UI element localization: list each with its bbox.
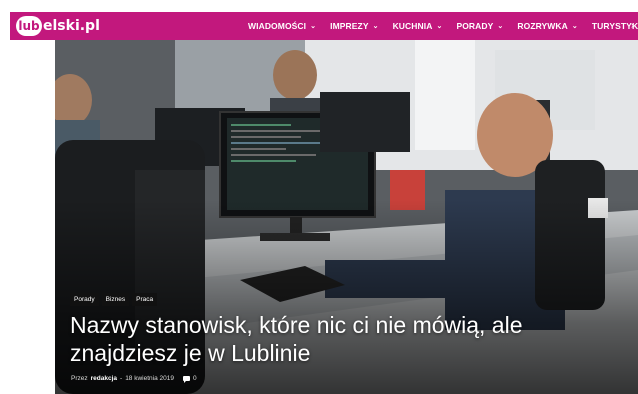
logo-badge: lub (16, 16, 42, 36)
site-logo[interactable]: lub elski.pl (16, 12, 100, 40)
comments-link[interactable]: 0 (182, 375, 197, 383)
menu-item-label: IMPREZY (330, 21, 369, 31)
category-tag[interactable]: Biznes (101, 293, 130, 306)
comment-icon (182, 376, 190, 383)
category-tag[interactable]: Porady (70, 293, 99, 306)
menu-item-kuchnia[interactable]: KUCHNIA ⌄ (393, 21, 443, 31)
author-prefix: Przez (71, 375, 88, 382)
chevron-down-icon: ⌄ (372, 23, 379, 30)
menu-item-label: KUCHNIA (392, 21, 433, 31)
chevron-down-icon: ⌄ (310, 23, 317, 30)
logo-text: elski.pl (43, 18, 100, 34)
menu-item-label: WIADOMOŚCI (248, 21, 307, 31)
article-meta: Przez redakcja - 18 kwietnia 2019 0 (71, 375, 197, 383)
chevron-down-icon: ⌄ (571, 23, 578, 30)
article-title-line: Nazwy stanowisk, które nic ci nie mówią,… (70, 312, 523, 338)
menu-item-imprezy[interactable]: IMPREZY ⌄ (330, 21, 378, 31)
menu-item-label: ROZRYWKA (517, 21, 568, 31)
article-title[interactable]: Nazwy stanowisk, które nic ci nie mówią,… (70, 311, 540, 367)
main-menu: WIADOMOŚCI ⌄ IMPREZY ⌄ KUCHNIA ⌄ PORADY … (248, 12, 638, 40)
category-tag[interactable]: Praca (132, 293, 158, 306)
more-menu-icon[interactable]: › (631, 20, 634, 30)
article-title-line: znajdziesz je w Lublinie (70, 340, 311, 366)
meta-separator: - (120, 375, 123, 382)
category-tags: Porady Biznes Praca (70, 293, 158, 306)
publish-date: 18 kwietnia 2019 (125, 375, 174, 382)
author-link[interactable]: redakcja (91, 375, 117, 382)
comment-count: 0 (192, 375, 197, 382)
chevron-down-icon: ⌄ (436, 23, 443, 30)
menu-item-wiadomosci[interactable]: WIADOMOŚCI ⌄ (248, 21, 316, 31)
menu-item-label: PORADY (456, 21, 494, 31)
top-navbar: lub elski.pl WIADOMOŚCI ⌄ IMPREZY ⌄ KUCH… (10, 12, 638, 40)
menu-item-porady[interactable]: PORADY ⌄ (456, 21, 503, 31)
menu-item-rozrywka[interactable]: ROZRYWKA ⌄ (517, 21, 578, 31)
chevron-down-icon: ⌄ (497, 23, 504, 30)
